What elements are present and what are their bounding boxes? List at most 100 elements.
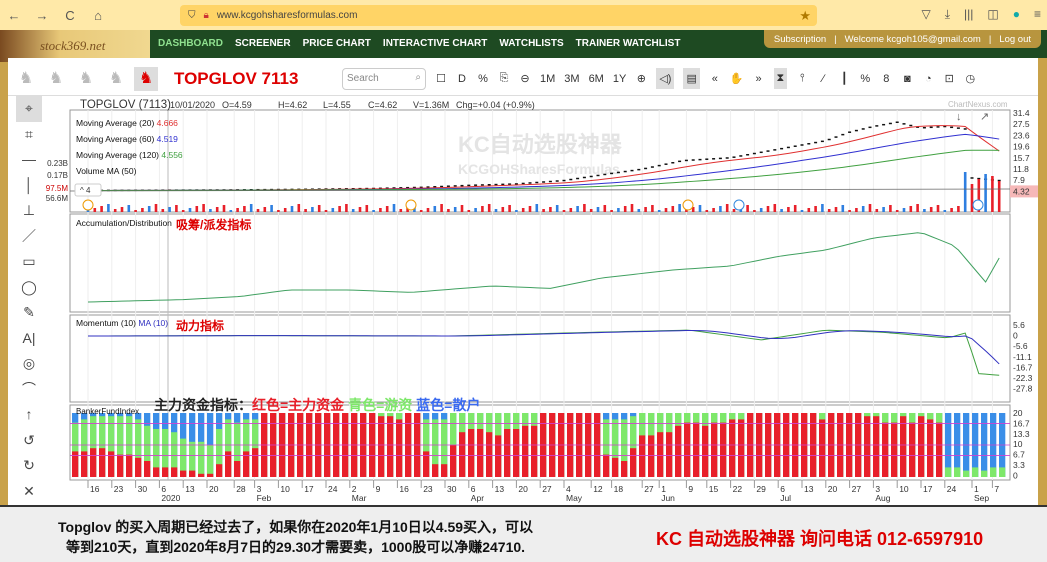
banker-bar-red [864, 416, 871, 477]
home-icon[interactable]: ⌂ [84, 8, 112, 23]
event-marker-icon [82, 199, 94, 211]
nav-screener[interactable]: SCREENER [235, 38, 291, 49]
banker-bar-green [990, 467, 997, 477]
volume-bar [889, 205, 892, 212]
date-tick: 16 [399, 484, 409, 494]
banker-bar-red [495, 435, 502, 477]
date-tick: 23 [114, 484, 124, 494]
site-nav: stock369.net DASHBOARD SCREENER PRICE CH… [0, 30, 1047, 62]
pocket-icon[interactable]: ▽ [921, 7, 930, 22]
volume-bar [331, 208, 335, 212]
reload-icon[interactable]: C [56, 8, 84, 23]
price-tick: 4.32 [1013, 186, 1030, 196]
volume-bar [991, 176, 994, 212]
menu-icon[interactable]: ≡ [1034, 7, 1041, 22]
volume-bar [528, 206, 532, 212]
volume-bar [780, 209, 783, 212]
download-icon[interactable]: ⤓ [945, 7, 950, 22]
banker-bar-red [738, 419, 745, 477]
volume-bar [372, 210, 375, 212]
sidebar-icon[interactable]: ◫ [987, 7, 998, 22]
price-tick: 15.7 [1013, 153, 1030, 163]
library-icon[interactable]: ||| [964, 7, 973, 22]
volume-bar [195, 206, 199, 212]
event-marker-icon [405, 199, 417, 211]
date-tick: 20 [828, 484, 838, 494]
volume-bar [576, 206, 579, 212]
back-icon[interactable]: ← [0, 8, 28, 23]
banker-bar-red [117, 454, 124, 477]
header-close: C=4.62 [368, 100, 397, 110]
volume-bar [957, 206, 960, 212]
volume-bar [141, 208, 144, 212]
volume-bar [984, 174, 987, 212]
volume-bar [943, 210, 947, 212]
nav-watchlists[interactable]: WATCHLISTS [499, 38, 563, 49]
banker-tick: 20 [1013, 408, 1023, 418]
volume-bar [202, 204, 205, 212]
volume-bar [100, 206, 103, 212]
volume-bar [562, 210, 566, 212]
chart-canvas[interactable]: TOPGLOV (7113) 10/01/2020 O=4.59 H=4.62 L=4.… [8, 58, 1038, 505]
date-tick: 20 [518, 484, 528, 494]
footer-banner: Topglov 的买入周期已经过去了，如果你在2020年1月10日以4.59买入… [0, 505, 1047, 562]
volume-bar [555, 205, 559, 212]
nav-dashboard[interactable]: DASHBOARD [158, 38, 223, 49]
momentum-tick: -27.8 [1013, 384, 1033, 394]
volume-bar [834, 207, 838, 212]
date-tick: 15 [709, 484, 719, 494]
banker-note: 主力资金指标：红色=主力资金 青色=游资 蓝色=散户 [154, 397, 480, 413]
volume-bar [651, 205, 654, 212]
banker-bar-red [693, 422, 700, 477]
volume-bar [290, 206, 294, 212]
lock-icon: 🔒︎ [203, 10, 209, 21]
banker-tick: 3.3 [1013, 460, 1025, 470]
volume-bar [895, 210, 899, 212]
volume-bar [929, 207, 933, 212]
bookmark-star-icon[interactable]: ★ [799, 8, 811, 24]
legend-item: Moving Average (60) 4.519 [76, 134, 178, 144]
volume-bar [433, 206, 437, 212]
banker-bar-red [729, 419, 736, 477]
address-bar[interactable]: ⛉ 🔒︎ www.kcgohsharesformulas.com ★ [180, 5, 817, 26]
nav-interactive-chart[interactable]: INTERACTIVE CHART [383, 38, 487, 49]
month-label: Feb [257, 493, 272, 503]
volume-bar [501, 207, 505, 212]
volume-bar [154, 204, 158, 212]
banker-tick: 10 [1013, 439, 1023, 449]
nav-price-chart[interactable]: PRICE CHART [303, 38, 371, 49]
download-icon: ↓ [956, 111, 962, 123]
volume-bar [698, 205, 702, 212]
volume-bar [256, 209, 260, 212]
volume-bar [753, 210, 756, 212]
price-tick: 27.5 [1013, 119, 1030, 129]
forward-icon[interactable]: → [28, 8, 56, 23]
banker-bar-red [612, 457, 619, 477]
volume-bar [909, 206, 913, 212]
banker-bar-red [684, 422, 691, 477]
event-marker-icon [682, 199, 694, 211]
volume-bar [841, 205, 845, 212]
subscription-link[interactable]: Subscription [774, 34, 826, 45]
price-tick: 31.4 [1013, 108, 1030, 118]
volume-bar [229, 210, 233, 212]
volume-bar [175, 205, 178, 212]
volume-bar [732, 209, 736, 212]
volume-bar [725, 204, 729, 212]
volume-bar [861, 206, 865, 212]
volume-bar [664, 208, 668, 212]
volume-bar [222, 205, 226, 212]
volume-bar [902, 208, 906, 212]
volume-bar [345, 204, 348, 212]
banker-bar-red [666, 432, 673, 477]
volume-bar [447, 209, 450, 212]
logout-link[interactable]: Log out [999, 34, 1031, 45]
extension-icon[interactable]: ● [1013, 7, 1020, 22]
volume-bar [746, 205, 749, 212]
nav-trainer-watchlist[interactable]: TRAINER WATCHLIST [576, 38, 681, 49]
chartnexus-credit: ChartNexus.com [948, 100, 1008, 109]
banker-bar-red [711, 422, 718, 477]
month-label: Jul [780, 493, 791, 503]
volume-bar [589, 209, 593, 212]
browser-toolbar: ← → C ⌂ ⛉ 🔒︎ www.kcgohsharesformulas.com … [0, 0, 1047, 30]
